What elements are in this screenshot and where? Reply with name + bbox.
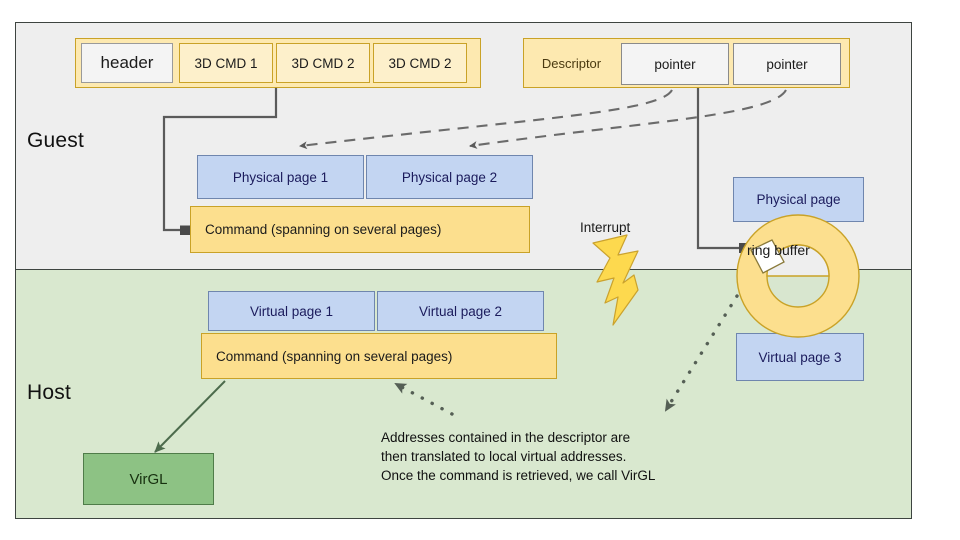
command-cell-2[interactable]: 3D CMD 2 xyxy=(276,43,370,83)
virtual-page-1-box: Virtual page 1 xyxy=(208,291,375,331)
guest-region-label: Guest xyxy=(27,129,85,152)
physical-page-2-box: Physical page 2 xyxy=(366,155,533,199)
interrupt-label: Interrupt xyxy=(580,220,631,235)
header-cell[interactable]: header xyxy=(81,43,173,83)
ring-buffer-label: ring buffer xyxy=(747,242,810,258)
command-cell-1[interactable]: 3D CMD 1 xyxy=(179,43,273,83)
virtual-page-3-box: Virtual page 3 xyxy=(736,333,864,381)
descriptor-pointer-1[interactable]: pointer xyxy=(621,43,729,85)
host-command-box: Command (spanning on several pages) xyxy=(201,333,557,379)
ring-physical-page-box: Physical page xyxy=(733,177,864,222)
diagram-canvas: Guest Host header 3D CMD 1 3D CMD 2 3D C… xyxy=(0,0,960,540)
virtual-page-2-box: Virtual page 2 xyxy=(377,291,544,331)
guest-command-box: Command (spanning on several pages) xyxy=(190,206,530,253)
virgl-box[interactable]: VirGL xyxy=(83,453,214,505)
host-region-label: Host xyxy=(27,381,71,404)
descriptor-label-cell: Descriptor xyxy=(524,39,619,87)
explanatory-note: Addresses contained in the descriptor ar… xyxy=(381,430,656,483)
descriptor-pointer-2[interactable]: pointer xyxy=(733,43,841,85)
physical-page-1-box: Physical page 1 xyxy=(197,155,364,199)
command-cell-3[interactable]: 3D CMD 2 xyxy=(373,43,467,83)
